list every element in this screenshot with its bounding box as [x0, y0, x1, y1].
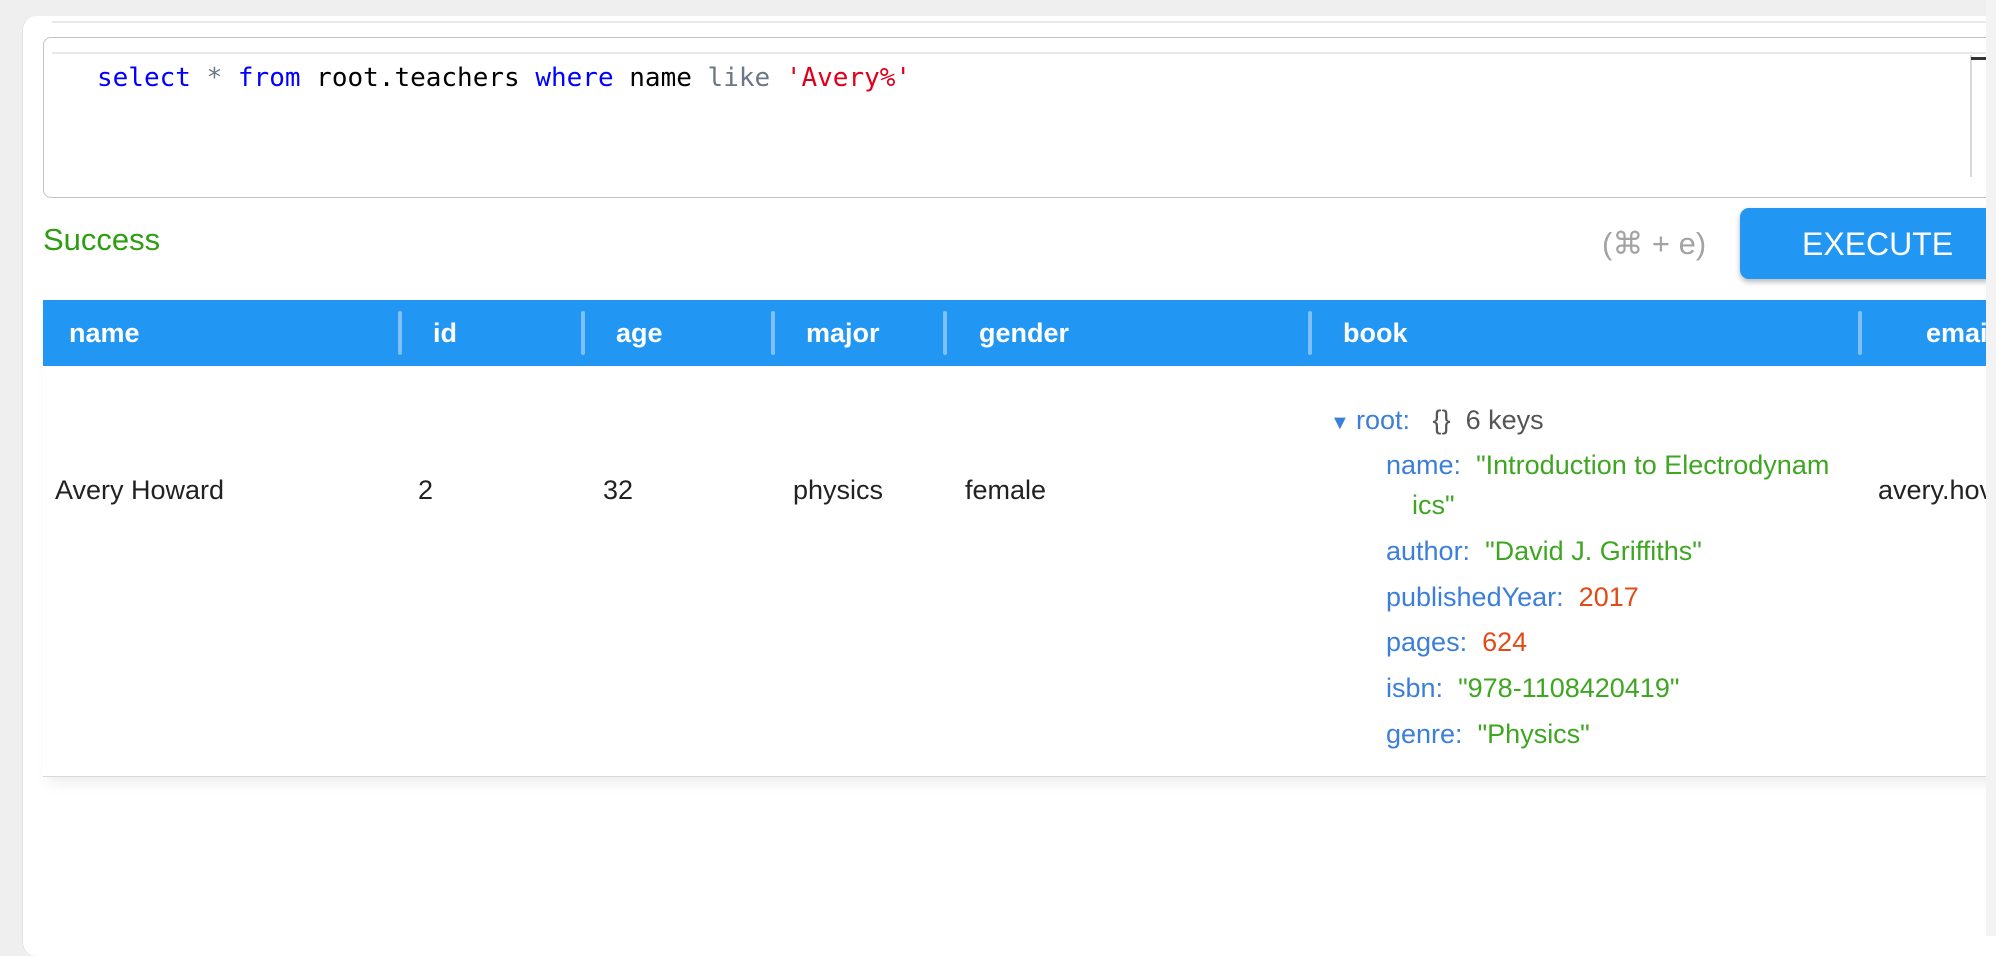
- execute-button[interactable]: EXECUTE: [1740, 208, 1996, 279]
- sql-keyword-where: where: [535, 63, 614, 93]
- cell-name: Avery Howard: [55, 475, 225, 505]
- column-header-id[interactable]: id: [433, 300, 457, 366]
- json-number-value: 2017: [1578, 582, 1639, 612]
- column-resize-handle[interactable]: [398, 311, 402, 355]
- column-header-email[interactable]: email: [1926, 300, 1995, 366]
- sql-query-text[interactable]: select * from root.teachers where name l…: [97, 58, 911, 98]
- sql-pattern-string: 'Avery%': [785, 63, 912, 93]
- json-entry-continuation: ics": [1412, 485, 1455, 525]
- sql-keyword-select: select: [97, 63, 191, 93]
- caret-down-icon[interactable]: ▼: [1330, 403, 1356, 443]
- cell-major: physics: [793, 475, 884, 505]
- json-entry: author: "David J. Griffiths": [1386, 531, 1702, 571]
- sql-table-name: root.teachers: [316, 63, 520, 93]
- table-header: name id age major gender book email: [43, 300, 1996, 366]
- json-key: author:: [1386, 536, 1471, 566]
- json-key: name:: [1386, 450, 1462, 480]
- column-resize-handle[interactable]: [943, 311, 947, 355]
- column-header-book[interactable]: book: [1343, 300, 1408, 366]
- json-entry: pages: 624: [1386, 622, 1527, 662]
- json-number-value: 624: [1482, 627, 1528, 657]
- cell-gender: female: [965, 475, 1047, 505]
- json-string-value: "David J. Griffiths": [1485, 536, 1702, 566]
- json-key: isbn:: [1386, 673, 1444, 703]
- column-resize-handle[interactable]: [581, 311, 585, 355]
- column-resize-handle[interactable]: [771, 311, 775, 355]
- json-root-row[interactable]: ▼ root: {} 6 keys: [1330, 400, 1544, 443]
- cell-email: avery.hov: [1878, 475, 1994, 505]
- execute-shortcut-hint: (⌘ + e): [1602, 226, 1707, 261]
- sql-field-name: name: [629, 63, 692, 93]
- column-header-name[interactable]: name: [69, 300, 140, 366]
- json-entry: isbn: "978-1108420419": [1386, 668, 1679, 708]
- json-key-count: 6 keys: [1465, 405, 1544, 435]
- json-entry: name: "Introduction to Electrodynam: [1386, 445, 1829, 485]
- results-table: name id age major gender book email Aver…: [43, 300, 1996, 777]
- json-string-value: ics": [1412, 490, 1455, 520]
- sql-keyword-like: like: [707, 63, 771, 93]
- json-root-key: root:: [1356, 405, 1411, 435]
- column-header-age[interactable]: age: [616, 300, 663, 366]
- column-resize-handle[interactable]: [1858, 311, 1862, 355]
- json-entry: publishedYear: 2017: [1386, 577, 1639, 617]
- json-key: genre:: [1386, 719, 1463, 749]
- json-brace-icon: {}: [1432, 405, 1451, 435]
- sql-star: *: [206, 63, 223, 93]
- json-string-value: "Introduction to Electrodynam: [1476, 450, 1830, 480]
- query-status: Success: [43, 222, 161, 257]
- cell-age: 32: [603, 475, 634, 505]
- json-string-value: "978-1108420419": [1458, 673, 1680, 703]
- column-resize-handle[interactable]: [1308, 311, 1312, 355]
- window-edge: [1986, 0, 1996, 936]
- json-key: publishedYear:: [1386, 582, 1564, 612]
- column-header-major[interactable]: major: [806, 300, 880, 366]
- json-key: pages:: [1386, 627, 1468, 657]
- sql-keyword-from: from: [237, 63, 301, 93]
- column-header-gender[interactable]: gender: [979, 300, 1069, 366]
- editor-active-line: [52, 21, 1996, 54]
- cell-id: 2: [418, 475, 434, 505]
- json-entry: genre: "Physics": [1386, 714, 1590, 754]
- editor-scrollbar[interactable]: [1970, 55, 1972, 177]
- json-string-value: "Physics": [1477, 719, 1590, 749]
